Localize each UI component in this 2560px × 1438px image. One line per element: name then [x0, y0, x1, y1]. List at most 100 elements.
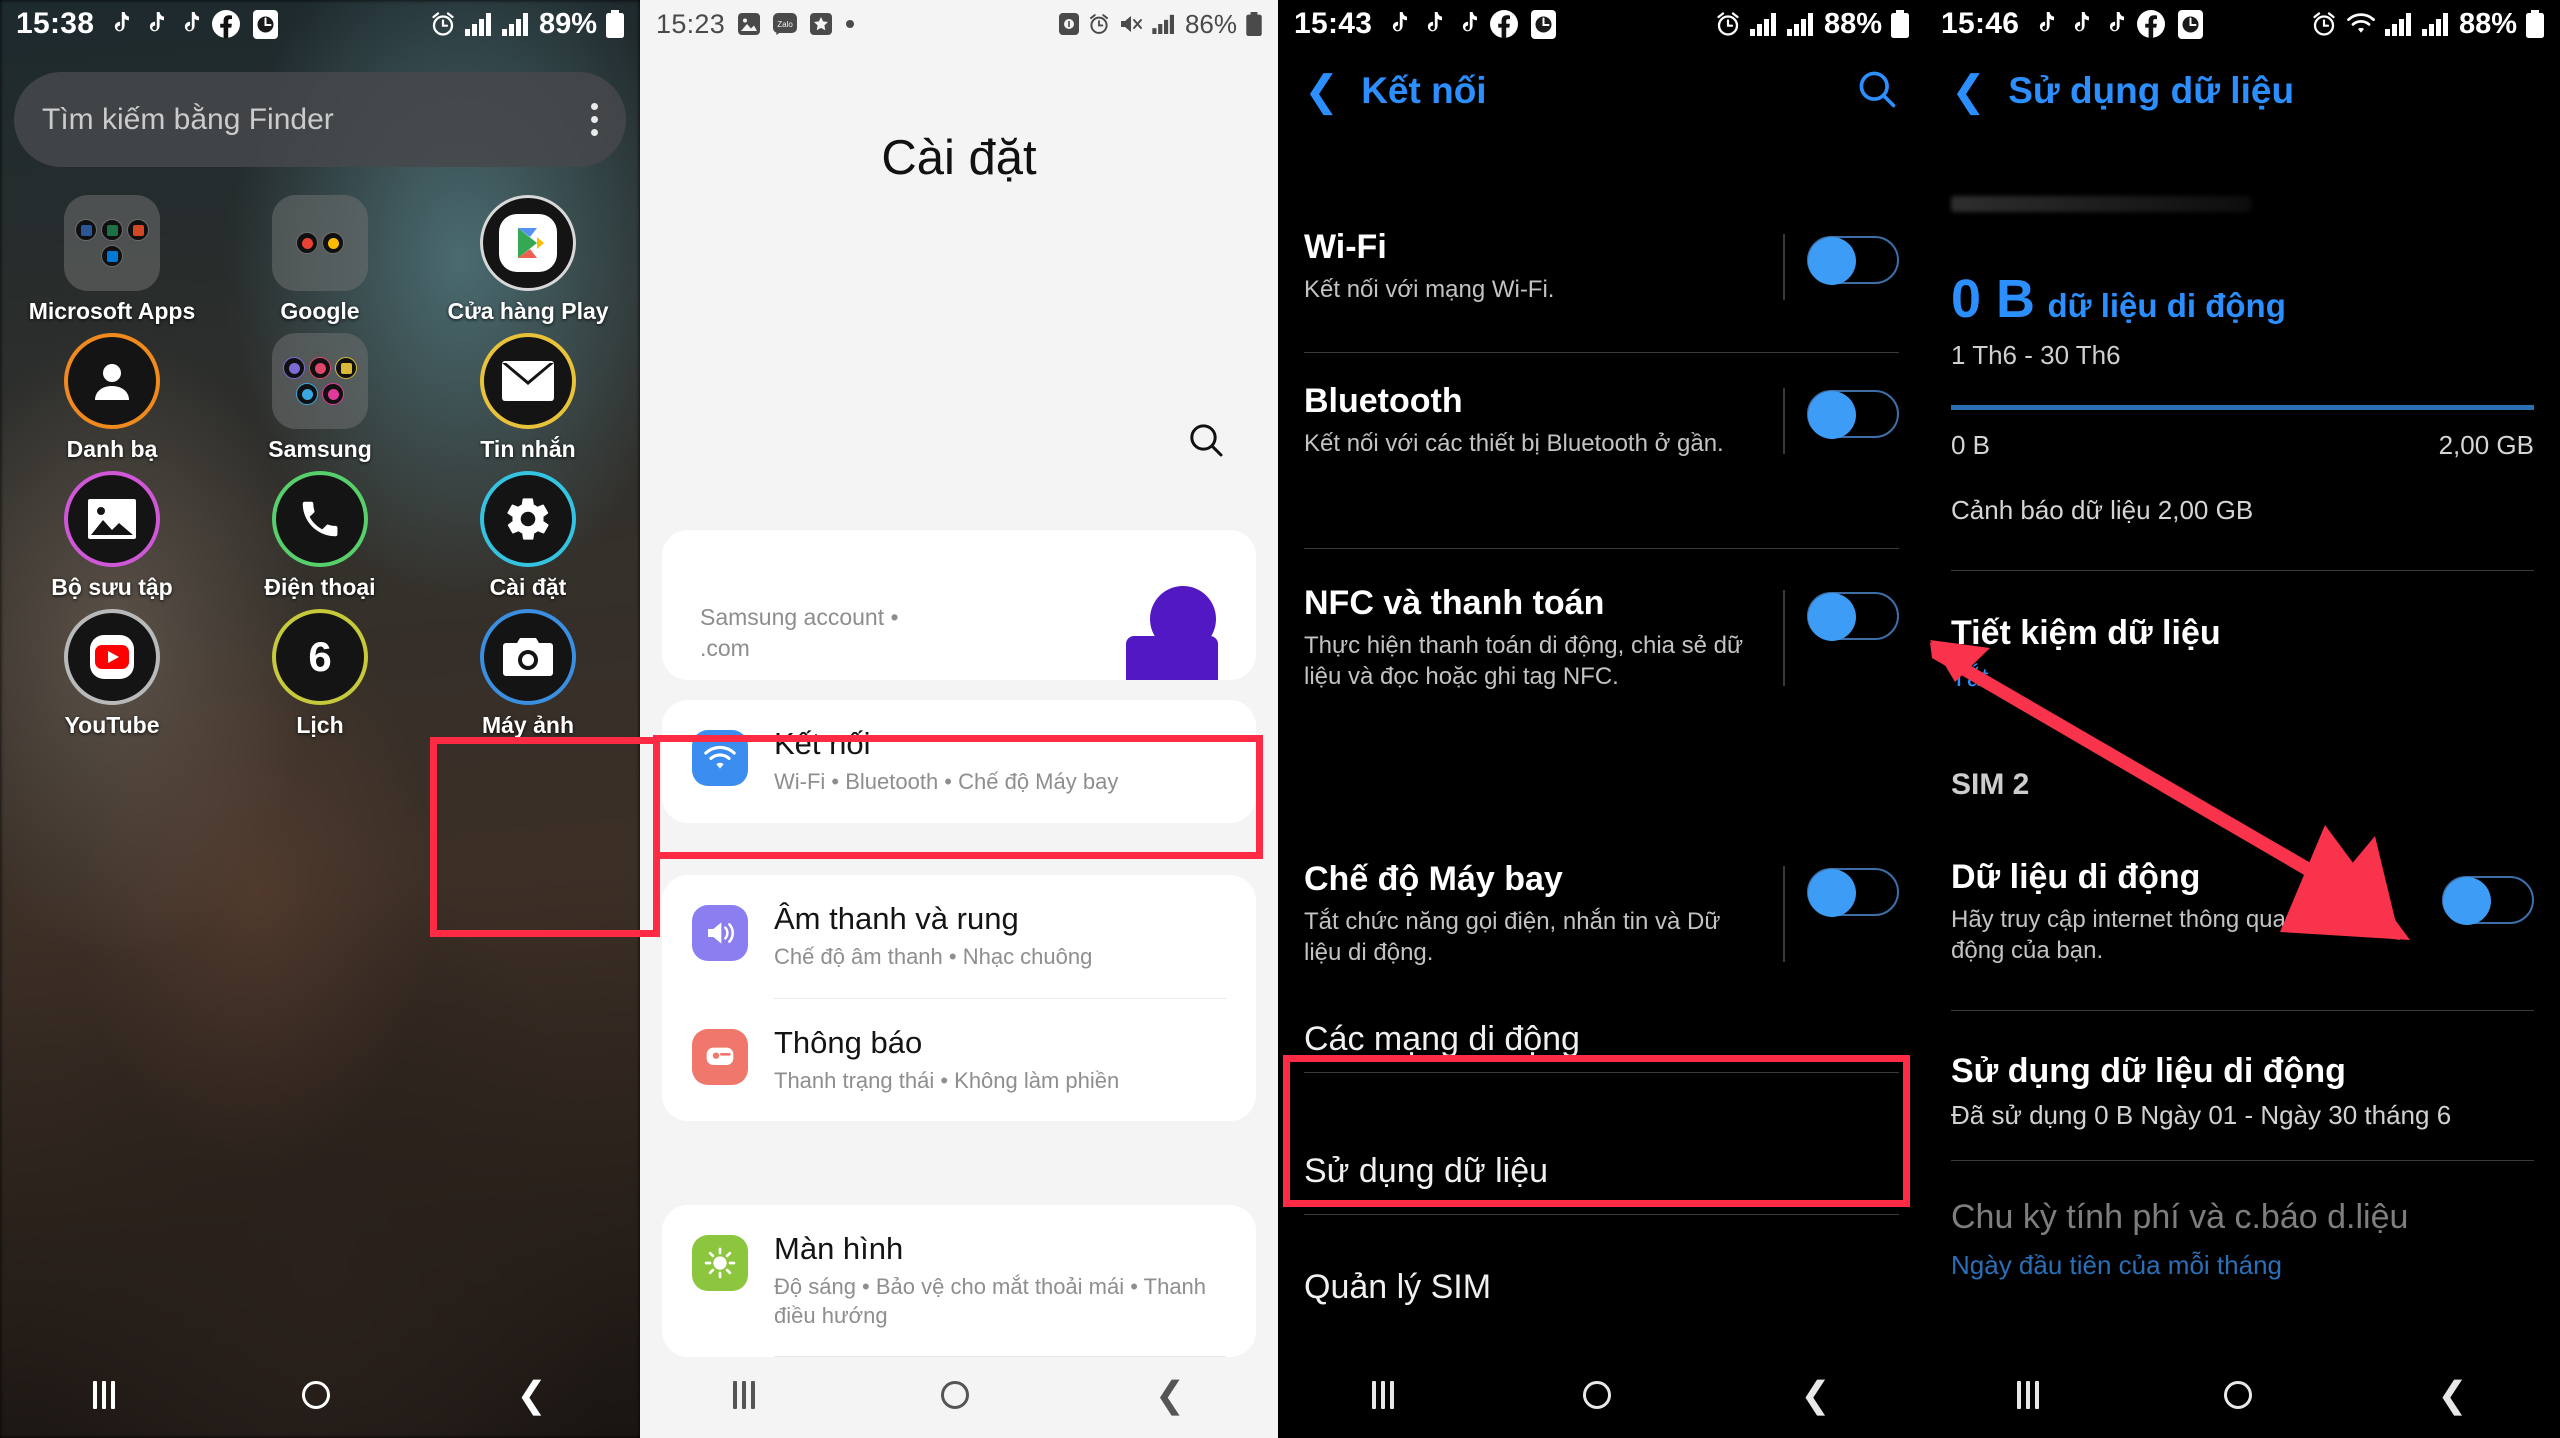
app-settings[interactable]: Cài đặt	[424, 471, 632, 603]
item-subtitle: Wi-Fi • Bluetooth • Chế độ Máy bay	[774, 769, 1119, 794]
toggle-subtitle: Kết nối với mạng Wi-Fi.	[1304, 276, 1555, 303]
status-clock: 15:38	[16, 7, 95, 40]
tiktok-icon	[142, 12, 165, 36]
page-title: Sử dụng dữ liệu	[2008, 70, 2295, 111]
more-options-icon[interactable]	[591, 103, 598, 136]
toggle-row-nfc[interactable]: NFC và thanh toán Thực hiện thanh toán d…	[1278, 584, 1925, 692]
facebook-icon	[1490, 10, 1519, 38]
folder-icon	[64, 195, 160, 291]
sidebar-item-display[interactable]: Màn hình Độ sáng • Bảo vệ cho mắt thoải …	[662, 1205, 1256, 1356]
status-bar: 15:43 88%	[1278, 0, 1925, 48]
alarm-icon	[1088, 13, 1110, 35]
bluetooth-toggle[interactable]	[1807, 390, 1899, 439]
app-label: Samsung	[268, 436, 372, 462]
sidebar-item-connections[interactable]: Kết nối Wi-Fi • Bluetooth • Chế độ Máy b…	[662, 700, 1256, 823]
contacts-icon	[64, 333, 160, 429]
list-item-sim-manager[interactable]: Quản lý SIM	[1304, 1268, 1899, 1307]
usage-bar-end: 2,00 GB	[2438, 430, 2534, 460]
app-calendar[interactable]: 6 Lịch	[216, 609, 424, 741]
divider	[1951, 570, 2534, 571]
divider	[1783, 234, 1785, 300]
play-store-icon	[480, 195, 576, 291]
home-icon[interactable]	[2224, 1381, 2253, 1409]
app-microsoft-apps[interactable]: Microsoft Apps	[8, 195, 216, 327]
airplane-toggle[interactable]	[1807, 868, 1899, 917]
status-bar: 15:46 88%	[1925, 0, 2560, 48]
search-icon[interactable]	[1855, 67, 1899, 116]
app-play-store[interactable]: Cửa hàng Play	[424, 195, 632, 327]
back-arrow-icon[interactable]: ❮	[1951, 70, 1986, 112]
settings-card-display: Màn hình Độ sáng • Bảo vệ cho mắt thoải …	[662, 1205, 1256, 1358]
sidebar-item-notifications[interactable]: Thông báo Thanh trạng thái • Không làm p…	[662, 999, 1256, 1122]
tiktok-icon	[2032, 12, 2055, 36]
app-samsung-folder[interactable]: Samsung	[216, 333, 424, 465]
sound-icon	[692, 905, 748, 961]
back-icon[interactable]: ❮	[517, 1377, 547, 1413]
app-label: Microsoft Apps	[28, 298, 196, 324]
toggle-row-mobile-data[interactable]: Dữ liệu di động Hãy truy cập internet th…	[1925, 858, 2560, 966]
back-icon[interactable]: ❮	[2437, 1377, 2467, 1413]
status-bar: 15:38 89%	[0, 0, 640, 48]
signal-sim2-icon	[501, 12, 530, 36]
wifi-icon	[692, 730, 748, 786]
toggle-title: NFC và thanh toán	[1304, 584, 1605, 622]
status-clock: 15:23	[656, 8, 726, 39]
app-messages[interactable]: Tin nhắn	[424, 333, 632, 465]
finder-search-bar[interactable]: Tìm kiếm bằng Finder	[14, 72, 626, 167]
nfc-toggle[interactable]	[1807, 592, 1899, 641]
toggle-row-wifi[interactable]: Wi-Fi Kết nối với mạng Wi-Fi.	[1278, 228, 1925, 306]
app-label: Máy ảnh	[481, 712, 575, 738]
status-right-icons: 86%	[1058, 9, 1262, 40]
app-label: Cài đặt	[489, 574, 567, 600]
home-icon[interactable]	[1583, 1381, 1612, 1409]
settings-card-connections: Kết nối Wi-Fi • Bluetooth • Chế độ Máy b…	[662, 700, 1256, 823]
usage-bar-labels: 0 B 2,00 GB	[1951, 430, 2534, 461]
divider	[1304, 352, 1899, 353]
account-text: Samsung account • .com	[700, 602, 899, 664]
data-saver-title[interactable]: Tiết kiệm dữ liệu	[1951, 614, 2221, 653]
search-icon[interactable]	[1186, 420, 1226, 465]
app-contacts[interactable]: Danh bạ	[8, 333, 216, 465]
account-line1: Samsung account •	[700, 603, 899, 630]
back-icon[interactable]: ❮	[1155, 1377, 1185, 1413]
toggle-subtitle: Kết nối với các thiết bị Bluetooth ở gần…	[1304, 430, 1724, 457]
mobile-usage-title[interactable]: Sử dụng dữ liệu di động	[1951, 1052, 2346, 1091]
star-icon	[810, 13, 833, 35]
status-left-icons: 15:43	[1294, 7, 1557, 41]
recents-icon[interactable]	[93, 1381, 116, 1409]
recents-icon[interactable]	[2017, 1381, 2040, 1409]
list-item-mobile-networks[interactable]: Các mạng di động	[1304, 1020, 1899, 1059]
app-grid: Microsoft Apps Google Cửa hàng Play Danh…	[0, 195, 640, 741]
recents-icon[interactable]	[732, 1381, 755, 1409]
signal-icon	[1152, 14, 1176, 34]
app-google[interactable]: Google	[216, 195, 424, 327]
toggle-row-bluetooth[interactable]: Bluetooth Kết nối với các thiết bị Bluet…	[1278, 382, 1925, 460]
status-bar: 15:23 Zalo 86%	[640, 0, 1278, 48]
samsung-account-card[interactable]: Samsung account • .com	[662, 530, 1256, 680]
item-title: Màn hình	[774, 1231, 904, 1266]
app-youtube[interactable]: YouTube	[8, 609, 216, 741]
sidebar-item-sound[interactable]: Âm thanh và rung Chế độ âm thanh • Nhạc …	[662, 875, 1256, 998]
back-icon[interactable]: ❮	[1800, 1377, 1830, 1413]
back-arrow-icon[interactable]: ❮	[1304, 70, 1339, 112]
navigation-bar: ❮	[640, 1352, 1278, 1438]
billing-cycle-title[interactable]: Chu kỳ tính phí và c.báo d.liệu	[1951, 1198, 2408, 1237]
status-left-icons: 15:46	[1941, 7, 2204, 41]
home-icon[interactable]	[301, 1381, 330, 1409]
app-phone[interactable]: Điện thoại	[216, 471, 424, 603]
finder-search-placeholder: Tìm kiếm bằng Finder	[42, 102, 334, 136]
mobile-data-toggle[interactable]	[2442, 876, 2534, 925]
usage-date-range: 1 Th6 - 30 Th6	[1951, 340, 2121, 370]
status-clock: 15:46	[1941, 7, 2020, 40]
toggle-row-airplane-mode[interactable]: Chế độ Máy bay Tắt chức năng gọi điện, n…	[1278, 860, 1925, 968]
tiktok-icon	[1385, 12, 1408, 36]
recents-icon[interactable]	[1372, 1381, 1395, 1409]
wifi-toggle[interactable]	[1807, 236, 1899, 285]
divider	[1304, 548, 1899, 549]
list-item-data-usage[interactable]: Sử dụng dữ liệu	[1304, 1152, 1899, 1191]
status-left-icons: 15:23 Zalo	[656, 9, 855, 40]
app-camera[interactable]: Máy ảnh	[424, 609, 632, 741]
divider	[1304, 1214, 1899, 1215]
home-icon[interactable]	[940, 1381, 969, 1409]
app-gallery[interactable]: Bộ sưu tập	[8, 471, 216, 603]
